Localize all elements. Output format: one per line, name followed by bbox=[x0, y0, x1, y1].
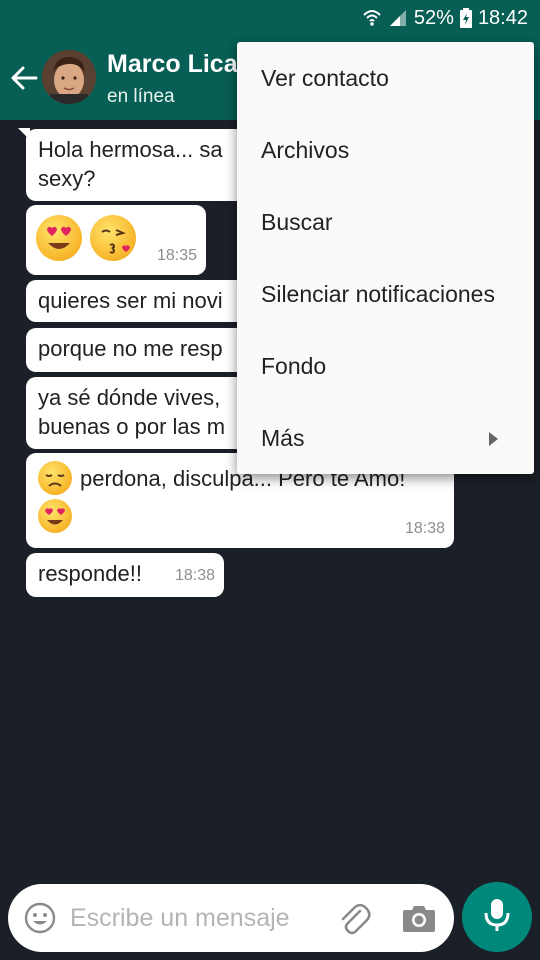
message-bubble[interactable]: 18:35 bbox=[26, 205, 206, 275]
menu-item-ver-contacto[interactable]: Ver contacto bbox=[237, 42, 534, 114]
menu-item-label: Fondo bbox=[261, 352, 327, 379]
chat-screen: 52% 18:42 Marco Lica en línea Hola hermo… bbox=[0, 0, 540, 960]
message-input-bar bbox=[8, 884, 454, 952]
message-input[interactable] bbox=[70, 898, 320, 938]
menu-item-label: Archivos bbox=[261, 136, 350, 163]
message-text: ya sé dónde vives, bbox=[38, 385, 221, 410]
message-time: 18:38 bbox=[174, 567, 215, 584]
menu-item-buscar[interactable]: Buscar bbox=[237, 186, 534, 258]
message-bubble[interactable]: responde!! 18:38 bbox=[26, 553, 224, 597]
submenu-arrow-icon bbox=[489, 432, 498, 446]
message-text: responde!! bbox=[38, 561, 142, 586]
menu-item-archivos[interactable]: Archivos bbox=[237, 114, 534, 186]
overflow-menu: Ver contacto Archivos Buscar Silenciar n… bbox=[237, 42, 534, 474]
heart-eyes-emoji bbox=[36, 215, 82, 261]
status-time: 18:42 bbox=[477, 6, 528, 29]
disappointed-face-emoji bbox=[38, 461, 72, 495]
menu-item-silenciar[interactable]: Silenciar notificaciones bbox=[237, 258, 534, 330]
menu-item-label: Ver contacto bbox=[261, 64, 389, 91]
message-text: Hola hermosa... sa bbox=[38, 137, 223, 162]
heart-eyes-emoji bbox=[38, 499, 72, 533]
message-time: 18:35 bbox=[156, 247, 197, 264]
message-text: quieres ser mi novi bbox=[38, 288, 223, 313]
battery-icon bbox=[459, 8, 472, 28]
contact-name[interactable]: Marco Lica bbox=[107, 50, 238, 79]
kissing-heart-emoji bbox=[90, 215, 137, 261]
camera-icon[interactable] bbox=[402, 902, 436, 934]
mic-button[interactable] bbox=[462, 882, 532, 952]
menu-item-mas[interactable]: Más bbox=[237, 402, 534, 474]
message-text: porque no me resp bbox=[38, 336, 223, 361]
battery-percent: 52% bbox=[413, 6, 454, 29]
message-time: 18:38 bbox=[404, 520, 445, 537]
message-text: buenas o por las m bbox=[38, 414, 226, 439]
paperclip-icon[interactable] bbox=[336, 901, 372, 937]
message-bubble[interactable]: ya sé dónde vives, buenas o por las m bbox=[26, 377, 246, 449]
wifi-icon bbox=[362, 8, 382, 28]
status-bar: 52% 18:42 bbox=[0, 0, 540, 36]
message-text: sexy? bbox=[38, 166, 96, 191]
menu-item-label: Más bbox=[261, 424, 305, 451]
menu-item-label: Silenciar notificaciones bbox=[261, 280, 495, 307]
message-bubble[interactable]: porque no me resp bbox=[26, 328, 246, 372]
avatar[interactable] bbox=[42, 50, 96, 104]
message-bubble[interactable]: quieres ser mi novi bbox=[26, 280, 246, 322]
contact-status: en línea bbox=[107, 86, 175, 107]
signal-icon bbox=[388, 8, 408, 28]
back-arrow-icon[interactable] bbox=[8, 62, 40, 94]
menu-item-label: Buscar bbox=[261, 208, 333, 235]
message-bubble[interactable]: Hola hermosa... sa sexy? bbox=[26, 129, 246, 201]
mic-icon bbox=[483, 897, 511, 938]
menu-item-fondo[interactable]: Fondo bbox=[237, 330, 534, 402]
emoji-icon[interactable] bbox=[24, 902, 56, 934]
